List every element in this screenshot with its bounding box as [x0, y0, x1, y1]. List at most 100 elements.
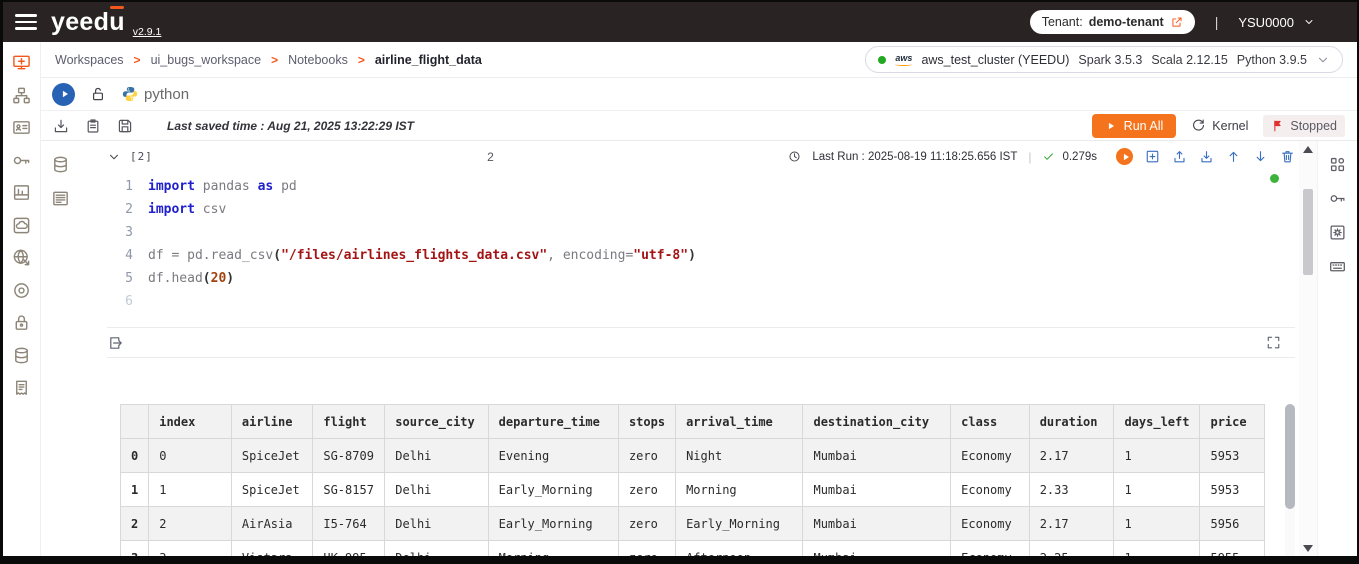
column-header: price	[1199, 404, 1265, 439]
fullscreen-icon[interactable]	[1266, 335, 1281, 350]
toolbar-right-group: Run All Kernel Stopped	[1091, 113, 1345, 138]
notebook-side-rail	[41, 141, 79, 556]
shelf-icon[interactable]	[12, 183, 31, 202]
column-header: airline	[230, 404, 314, 439]
code-line: 3	[107, 221, 1295, 244]
notebook-toolbar-primary: python	[41, 78, 1357, 111]
table-row: 0 0 SpiceJet SG-8709 Delhi Evening zero Night Mu…	[119, 438, 1265, 473]
save-icon[interactable]	[117, 118, 133, 134]
line-number: 1	[125, 179, 133, 194]
breadcrumb-item[interactable]: ui_bugs_workspace	[151, 53, 262, 67]
cluster-selector[interactable]: aws aws_test_cluster (YEEDU) Spark 3.5.3…	[865, 46, 1343, 73]
clipboard-list-icon[interactable]	[85, 118, 101, 134]
tenant-name: demo-tenant	[1088, 15, 1164, 29]
notebook-scrollbar-thumb[interactable]	[1303, 189, 1313, 275]
cell-number: 2	[487, 149, 494, 164]
scroll-down-arrow[interactable]	[1303, 545, 1313, 552]
language-indicator: python	[121, 85, 189, 103]
workspace-monitor-icon[interactable]	[12, 53, 31, 72]
cluster-python-version: Python 3.9.5	[1236, 52, 1307, 67]
chevron-down-icon[interactable]	[1316, 53, 1330, 67]
run-cell-button[interactable]	[1116, 148, 1133, 165]
key-icon[interactable]	[1329, 190, 1346, 207]
breadcrumb: Workspaces > ui_bugs_workspace > Notebooks > a…	[55, 53, 482, 67]
table-cell: Morning	[675, 472, 804, 507]
code-text: df.head(20)	[148, 271, 235, 286]
breadcrumb-item[interactable]: airline_flight_data	[375, 53, 482, 67]
notebook-scrollbar[interactable]	[1299, 141, 1317, 556]
code-text: df = pd.read_csv("/files/airlines_flight…	[148, 248, 696, 263]
table-cell: Mumbai	[802, 540, 952, 556]
add-cell-button[interactable]	[1145, 149, 1160, 164]
table-list-icon[interactable]	[51, 189, 70, 208]
table-cell: 5956	[1199, 506, 1265, 541]
table-cell: Delhi	[384, 540, 489, 556]
kernel-restart-button[interactable]: Kernel	[1191, 118, 1248, 133]
table-cell: Mumbai	[802, 438, 952, 473]
column-header: destination_city	[802, 404, 952, 439]
user-menu[interactable]: YSU0000	[1238, 15, 1315, 30]
id-card-icon[interactable]	[12, 118, 31, 137]
output-body: index airline flight source_city departure_t…	[107, 358, 1295, 556]
cell-runtime: 0.279s	[1062, 150, 1097, 163]
table-cell: SG-8157	[312, 472, 386, 507]
lock-open-icon[interactable]	[90, 86, 106, 102]
table-header-row: index airline flight source_city departure_t…	[119, 404, 1265, 439]
table-row: 2 2 AirAsia I5-764 Delhi Early_Morning zero Ear…	[119, 506, 1265, 541]
download-cell-button[interactable]	[1199, 149, 1214, 164]
column-header: days_left	[1113, 404, 1201, 439]
left-sidebar	[3, 42, 41, 556]
topbar: yeed u v2.9.1 Tenant: demo-tenant | YSU00…	[3, 2, 1357, 42]
hierarchy-icon[interactable]	[12, 86, 31, 105]
keyboard-icon[interactable]	[1329, 258, 1346, 275]
menu-icon[interactable]	[15, 14, 37, 30]
code-editor[interactable]: 1 import pandas as pd 2 import csv 3 4 df = pd…	[107, 168, 1295, 325]
receipt-icon[interactable]	[12, 378, 31, 397]
logo-accent: u	[109, 5, 125, 36]
gear-icon[interactable]	[1329, 224, 1346, 241]
line-number: 5	[125, 271, 133, 286]
apps-grid-icon[interactable]	[1329, 156, 1346, 173]
table-scrollbar-thumb[interactable]	[1285, 404, 1295, 509]
code-cell[interactable]: [2] 2 Last Run : 2025-08-19 11:18:25.656…	[107, 141, 1295, 325]
row-index: 0	[119, 438, 150, 473]
table-cell: 2	[148, 506, 232, 541]
scroll-up-arrow[interactable]	[1303, 146, 1313, 153]
breadcrumb-item[interactable]: Notebooks	[288, 53, 348, 67]
run-all-button[interactable]: Run All	[1091, 113, 1177, 138]
last-saved-label: Last saved time : Aug 21, 2025 13:22:29 …	[167, 118, 415, 133]
key-icon[interactable]	[12, 151, 31, 170]
output-panel: index airline flight source_city departure_t…	[107, 327, 1295, 556]
move-cell-down-button[interactable]	[1253, 149, 1268, 164]
table-cell: SpiceJet	[230, 472, 314, 507]
breadcrumb-item[interactable]: Workspaces	[55, 53, 124, 67]
version-link[interactable]: v2.9.1	[133, 26, 162, 38]
database-icon[interactable]	[51, 155, 70, 174]
globe-icon[interactable]	[12, 248, 31, 267]
corner-cell	[119, 404, 150, 439]
app-logo[interactable]: yeed u	[51, 5, 125, 36]
lock-icon[interactable]	[12, 313, 31, 332]
run-notebook-button[interactable]	[52, 82, 75, 106]
check-icon	[1042, 150, 1055, 163]
disc-icon[interactable]	[12, 281, 31, 300]
table-scrollbar[interactable]	[1285, 404, 1295, 556]
database-icon[interactable]	[12, 346, 31, 365]
last-run-label: Last Run : 2025-08-19 11:18:25.656 IST	[812, 150, 1018, 163]
table-cell: Economy	[950, 540, 1030, 556]
move-cell-up-button[interactable]	[1226, 149, 1241, 164]
delete-cell-button[interactable]	[1280, 149, 1295, 164]
table-cell: 1	[1113, 540, 1201, 556]
upload-cell-button[interactable]	[1172, 149, 1187, 164]
cluster-status-dot	[878, 55, 887, 64]
cloud-icon[interactable]	[12, 216, 31, 235]
download-notebook-icon[interactable]	[53, 118, 69, 134]
collapse-cell-icon[interactable]	[107, 150, 121, 164]
language-label: python	[144, 85, 190, 103]
table-cell: Delhi	[384, 506, 489, 541]
column-header: flight	[312, 404, 386, 439]
external-link-icon[interactable]	[1170, 16, 1183, 29]
table-cell: I5-764	[312, 506, 386, 541]
output-icon[interactable]	[108, 335, 124, 351]
tenant-pill[interactable]: Tenant: demo-tenant	[1029, 10, 1195, 34]
